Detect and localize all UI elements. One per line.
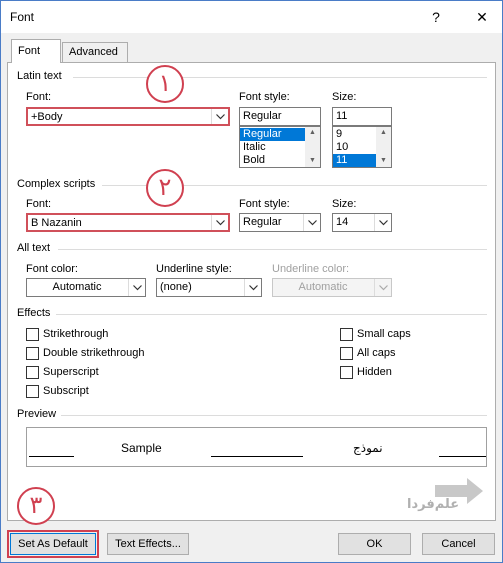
tab-font-label: Font — [18, 45, 41, 57]
annotation-three: ٣ — [17, 487, 55, 525]
annotation-two: ٢ — [146, 169, 184, 207]
strikethrough-label: Strikethrough — [43, 328, 109, 340]
hidden-checkbox[interactable] — [340, 366, 353, 379]
double-strikethrough-checkbox[interactable] — [26, 347, 39, 360]
preview-divider — [61, 415, 487, 416]
font-color-label: Font color: — [26, 263, 78, 275]
close-button[interactable]: ✕ — [471, 6, 493, 28]
hidden-label: Hidden — [357, 366, 392, 378]
complex-scripts-group-label: Complex scripts — [17, 178, 96, 190]
cancel-button[interactable]: Cancel — [422, 533, 495, 555]
chevron-down-icon[interactable] — [128, 279, 145, 296]
latin-style-input[interactable]: Regular — [239, 107, 321, 126]
preview-group-label: Preview — [17, 408, 57, 420]
scroll-down-icon[interactable]: ▼ — [309, 155, 316, 167]
underline-color-label: Underline color: — [272, 263, 350, 275]
preview-sample-complex: نموذج — [353, 441, 383, 455]
latin-text-group-label: Latin text — [17, 70, 62, 82]
underline-style-label: Underline style: — [156, 263, 232, 275]
all-caps-checkbox[interactable] — [340, 347, 353, 360]
set-as-default-button[interactable]: Set As Default — [10, 533, 96, 555]
watermark-logo-text: علم‌فردا — [407, 496, 460, 511]
latin-size-label: Size: — [332, 91, 357, 103]
complex-size-label: Size: — [332, 198, 357, 210]
small-caps-checkbox[interactable] — [340, 328, 353, 341]
preview-rule — [211, 456, 303, 457]
complex-size-value: 14 — [336, 216, 349, 228]
latin-font-label: Font: — [26, 91, 52, 103]
dialog-title: Font — [10, 10, 35, 24]
scroll-up-icon[interactable]: ▲ — [380, 127, 387, 139]
tab-advanced-label: Advanced — [69, 46, 118, 58]
latin-size-list[interactable]: 9 10 11 ▲ ▼ — [332, 126, 392, 168]
strikethrough-checkbox[interactable] — [26, 328, 39, 341]
latin-divider — [73, 77, 487, 78]
chevron-down-icon — [374, 279, 391, 296]
scroll-down-icon[interactable]: ▼ — [380, 155, 387, 167]
effects-divider — [56, 314, 487, 315]
font-color-value: Automatic — [52, 281, 102, 293]
effects-group-label: Effects — [17, 307, 51, 319]
font-dialog: Font ? ✕ Font Advanced Latin text Font: … — [0, 0, 503, 563]
latin-size-value: 11 — [336, 110, 348, 122]
preview-sample-latin: Sample — [121, 441, 162, 455]
text-effects-button[interactable]: Text Effects... — [107, 533, 189, 555]
chevron-down-icon[interactable] — [374, 214, 391, 231]
underline-color-value: Automatic — [298, 281, 348, 293]
tab-font[interactable]: Font — [11, 39, 61, 63]
annotation-one: ١ — [146, 65, 184, 103]
preview-box: Sample نموذج — [26, 427, 487, 467]
superscript-label: Superscript — [43, 366, 99, 378]
underline-color-combo: Automatic — [272, 278, 392, 297]
chevron-down-icon[interactable] — [211, 109, 228, 124]
latin-font-value: +Body — [31, 111, 63, 123]
ok-button[interactable]: OK — [338, 533, 411, 555]
complex-size-combo[interactable]: 14 — [332, 213, 392, 232]
all-text-divider — [58, 249, 487, 250]
subscript-checkbox[interactable] — [26, 385, 39, 398]
scrollbar[interactable]: ▲ ▼ — [376, 127, 391, 167]
scrollbar[interactable]: ▲ ▼ — [305, 127, 320, 167]
preview-rule — [439, 456, 486, 457]
complex-font-combo[interactable]: B Nazanin — [26, 213, 230, 232]
font-color-combo[interactable]: Automatic — [26, 278, 146, 297]
chevron-down-icon[interactable] — [303, 214, 320, 231]
underline-style-combo[interactable]: (none) — [156, 278, 262, 297]
complex-style-value: Regular — [243, 216, 282, 228]
scroll-up-icon[interactable]: ▲ — [309, 127, 316, 139]
latin-size-input[interactable]: 11 — [332, 107, 392, 126]
complex-style-combo[interactable]: Regular — [239, 213, 321, 232]
all-text-group-label: All text — [17, 242, 51, 254]
complex-font-value: B Nazanin — [31, 217, 82, 229]
preview-rule — [29, 456, 74, 457]
chevron-down-icon[interactable] — [211, 215, 228, 230]
latin-style-label: Font style: — [239, 91, 290, 103]
double-strikethrough-label: Double strikethrough — [43, 347, 145, 359]
title-bar: Font ? ✕ — [1, 1, 502, 33]
underline-style-value: (none) — [160, 281, 192, 293]
superscript-checkbox[interactable] — [26, 366, 39, 379]
subscript-label: Subscript — [43, 385, 89, 397]
small-caps-label: Small caps — [357, 328, 411, 340]
latin-style-list[interactable]: Regular Italic Bold ▲ ▼ — [239, 126, 321, 168]
help-button[interactable]: ? — [425, 6, 447, 28]
complex-font-label: Font: — [26, 198, 52, 210]
latin-font-combo[interactable]: +Body — [26, 107, 230, 126]
complex-style-label: Font style: — [239, 198, 290, 210]
chevron-down-icon[interactable] — [244, 279, 261, 296]
all-caps-label: All caps — [357, 347, 396, 359]
latin-style-value: Regular — [243, 110, 282, 122]
tab-advanced[interactable]: Advanced — [62, 42, 128, 62]
